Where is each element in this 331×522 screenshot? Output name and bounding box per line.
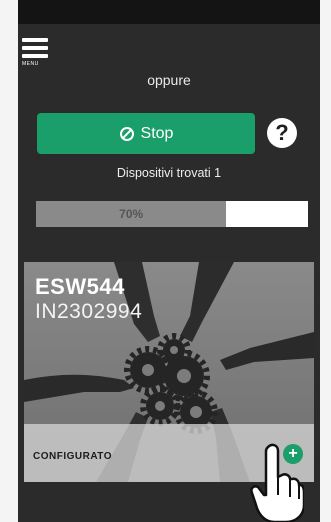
ban-icon	[119, 126, 134, 141]
hamburger-icon	[22, 38, 48, 42]
alternative-text: oppure	[147, 72, 191, 88]
device-serial: IN2302994	[35, 300, 143, 323]
device-title: ESW544	[35, 274, 125, 299]
help-button[interactable]: ?	[267, 118, 297, 148]
menu-label: MENU	[22, 61, 39, 67]
hamburger-icon-line	[22, 46, 48, 50]
menu-button[interactable]: MENU	[22, 38, 52, 72]
devices-found-text: Dispositivi trovati 1	[116, 166, 222, 180]
scan-progress-bar: 70%	[36, 201, 308, 227]
page-margin-right	[319, 0, 331, 522]
page-margin-left	[0, 0, 18, 522]
device-status: CONFIGURATO	[33, 451, 113, 462]
hand-pointer-icon	[250, 443, 304, 522]
progress-fill: 70%	[36, 201, 227, 227]
stop-button[interactable]: Stop	[37, 113, 255, 154]
progress-percent: 70%	[119, 207, 144, 221]
hamburger-icon-line	[22, 54, 48, 58]
status-bar	[18, 0, 320, 24]
stop-label: Stop	[140, 124, 174, 142]
question-icon: ?	[275, 120, 289, 145]
